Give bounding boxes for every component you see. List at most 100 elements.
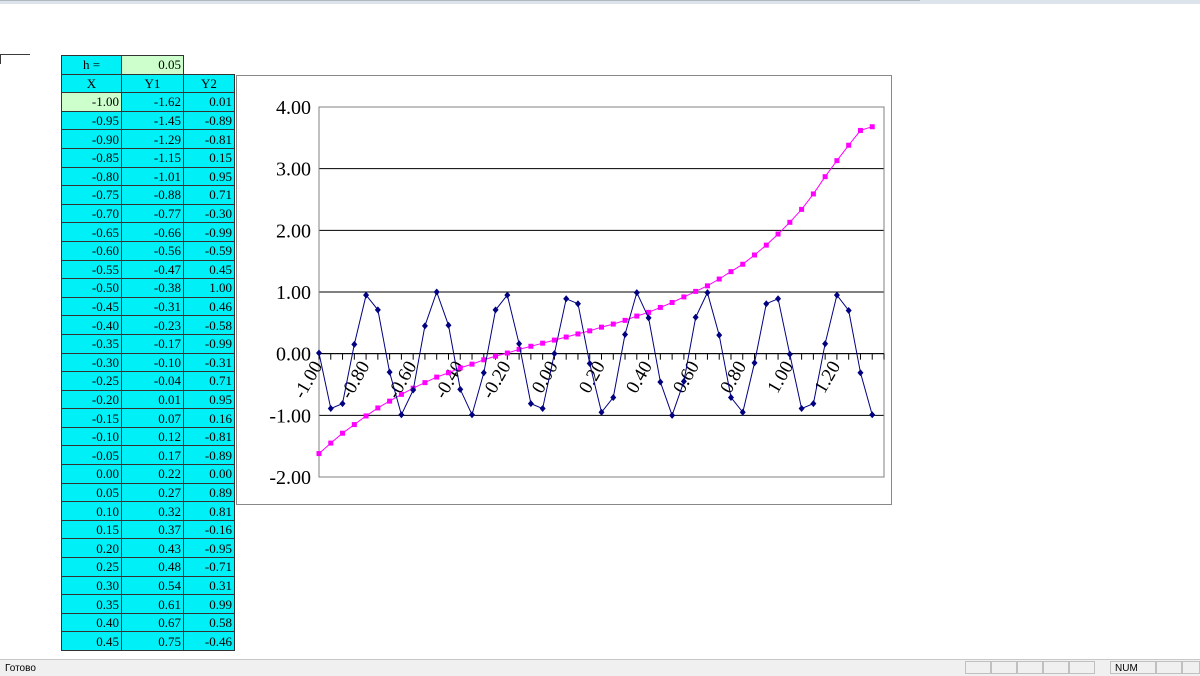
cell-y1[interactable]: -0.77 [121, 203, 184, 224]
cell-x[interactable]: -0.95 [61, 110, 122, 131]
cell-x[interactable]: -1.00 [61, 92, 122, 112]
cell-y2[interactable]: 0.99 [183, 594, 235, 614]
cell-y1[interactable]: -1.62 [121, 92, 184, 112]
step-row: h = 0.05 [61, 55, 235, 75]
cell-x[interactable]: 0.25 [61, 557, 122, 577]
cell-y1[interactable]: 0.27 [121, 482, 184, 503]
cell-y1[interactable]: -1.45 [121, 110, 184, 131]
cell-y1[interactable]: -0.17 [121, 333, 184, 354]
chart-area[interactable]: 4.00 3.00 2.00 1.00 0.00 -1.00 -2.00 -1.00 -0.80… [236, 75, 892, 505]
cell-y1[interactable]: -1.29 [121, 129, 184, 149]
cell-y2[interactable]: -0.71 [183, 557, 235, 577]
cell-y2[interactable]: -0.99 [183, 333, 235, 354]
cell-y2[interactable]: -0.58 [183, 315, 235, 335]
cell-x[interactable]: 0.00 [61, 464, 122, 484]
cell-y2[interactable]: 0.16 [183, 408, 235, 428]
cell-y1[interactable]: 0.54 [121, 575, 184, 596]
cell-x[interactable]: -0.10 [61, 426, 122, 447]
cell-x[interactable]: 0.10 [61, 501, 122, 521]
cell-x[interactable]: -0.65 [61, 222, 122, 242]
cell-x[interactable]: -0.75 [61, 185, 122, 205]
cell-x[interactable]: 0.30 [61, 575, 122, 596]
cell-y1[interactable]: -0.10 [121, 352, 184, 373]
cell-y1[interactable]: 0.07 [121, 408, 184, 428]
spreadsheet-table[interactable]: h = 0.05 X Y1 Y2 -1.00 -1.62 0.01 -0.95 -1.4… [61, 55, 235, 651]
cell-y2[interactable]: 0.71 [183, 185, 235, 205]
cell-y2[interactable]: -0.95 [183, 538, 235, 559]
cell-y2[interactable]: 0.15 [183, 147, 235, 168]
cell-y2[interactable]: 0.01 [183, 92, 235, 112]
cell-y1[interactable]: -1.01 [121, 166, 184, 187]
cell-x[interactable]: 0.05 [61, 482, 122, 503]
cell-y1[interactable]: -0.66 [121, 222, 184, 242]
cell-y2[interactable]: 0.31 [183, 575, 235, 596]
cell-y1[interactable]: -0.04 [121, 371, 184, 391]
cell-x[interactable]: -0.90 [61, 129, 122, 149]
header-x[interactable]: X [61, 73, 122, 94]
cell-y1[interactable]: 0.12 [121, 426, 184, 447]
cell-y2[interactable]: 0.95 [183, 389, 235, 410]
cell-y2[interactable]: -0.99 [183, 222, 235, 242]
cell-x[interactable]: 0.20 [61, 538, 122, 559]
cell-y2[interactable]: 0.46 [183, 296, 235, 317]
cell-x[interactable]: -0.45 [61, 296, 122, 317]
cell-y1[interactable]: 0.61 [121, 594, 184, 614]
cell-y1[interactable]: -0.47 [121, 259, 184, 280]
header-y1[interactable]: Y1 [121, 73, 184, 94]
cell-x[interactable]: -0.70 [61, 203, 122, 224]
cell-x[interactable]: -0.30 [61, 352, 122, 373]
cell-y1[interactable]: 0.01 [121, 389, 184, 410]
cell-x[interactable]: -0.15 [61, 408, 122, 428]
cell-y1[interactable]: -1.15 [121, 147, 184, 168]
cell-y1[interactable]: 0.37 [121, 519, 184, 540]
cell-x[interactable]: -0.25 [61, 371, 122, 391]
cell-y1[interactable]: 0.67 [121, 612, 184, 633]
cell-y2[interactable]: -0.31 [183, 352, 235, 373]
cell-y2[interactable]: -0.81 [183, 426, 235, 447]
cell-y2[interactable]: -0.46 [183, 631, 235, 651]
cell-y2[interactable]: -0.89 [183, 445, 235, 466]
cell-y2[interactable]: 0.71 [183, 371, 235, 391]
cell-y2[interactable]: 0.89 [183, 482, 235, 503]
cell-y2[interactable]: -0.59 [183, 240, 235, 261]
cell-y2[interactable]: -0.81 [183, 129, 235, 149]
cell-x[interactable]: -0.80 [61, 166, 122, 187]
cell-x[interactable]: 0.15 [61, 519, 122, 540]
cell-x[interactable]: -0.55 [61, 259, 122, 280]
step-value-cell[interactable]: 0.05 [121, 55, 184, 75]
cell-y1[interactable]: -0.31 [121, 296, 184, 317]
cell-y2[interactable]: 0.58 [183, 612, 235, 633]
header-y2[interactable]: Y2 [183, 73, 235, 94]
cell-x[interactable]: -0.20 [61, 389, 122, 410]
cell-y1[interactable]: -0.88 [121, 185, 184, 205]
cell-y1[interactable]: -0.23 [121, 315, 184, 335]
cell-x[interactable]: -0.85 [61, 147, 122, 168]
cell-x[interactable]: -0.40 [61, 315, 122, 335]
cell-x[interactable]: -0.60 [61, 240, 122, 261]
cell-x[interactable]: -0.50 [61, 278, 122, 298]
cell-x[interactable]: 0.45 [61, 631, 122, 651]
cell-y2[interactable]: -0.16 [183, 519, 235, 540]
cell-y1[interactable]: 0.75 [121, 631, 184, 651]
cell-y2[interactable]: 1.00 [183, 278, 235, 298]
cell-x[interactable]: -0.05 [61, 445, 122, 466]
cell-y1[interactable]: 0.48 [121, 557, 184, 577]
cell-y1[interactable]: -0.38 [121, 278, 184, 298]
cell-y2[interactable]: 0.81 [183, 501, 235, 521]
cell-y2[interactable]: 0.95 [183, 166, 235, 187]
cell-y2[interactable]: -0.30 [183, 203, 235, 224]
cell-x[interactable]: 0.40 [61, 612, 122, 633]
cell-y1[interactable]: 0.17 [121, 445, 184, 466]
cell-y1[interactable]: 0.22 [121, 464, 184, 484]
cell-x[interactable]: 0.35 [61, 594, 122, 614]
step-label-cell[interactable]: h = [61, 55, 122, 75]
data-point [704, 283, 710, 289]
cell-x[interactable]: -0.35 [61, 333, 122, 354]
cell-y1[interactable]: 0.32 [121, 501, 184, 521]
cell-y2[interactable]: -0.89 [183, 110, 235, 131]
cell-y1[interactable]: 0.43 [121, 538, 184, 559]
cell-y2[interactable]: 0.00 [183, 464, 235, 484]
cell-y1[interactable]: -0.56 [121, 240, 184, 261]
empty-cell[interactable] [184, 56, 235, 75]
cell-y2[interactable]: 0.45 [183, 259, 235, 280]
